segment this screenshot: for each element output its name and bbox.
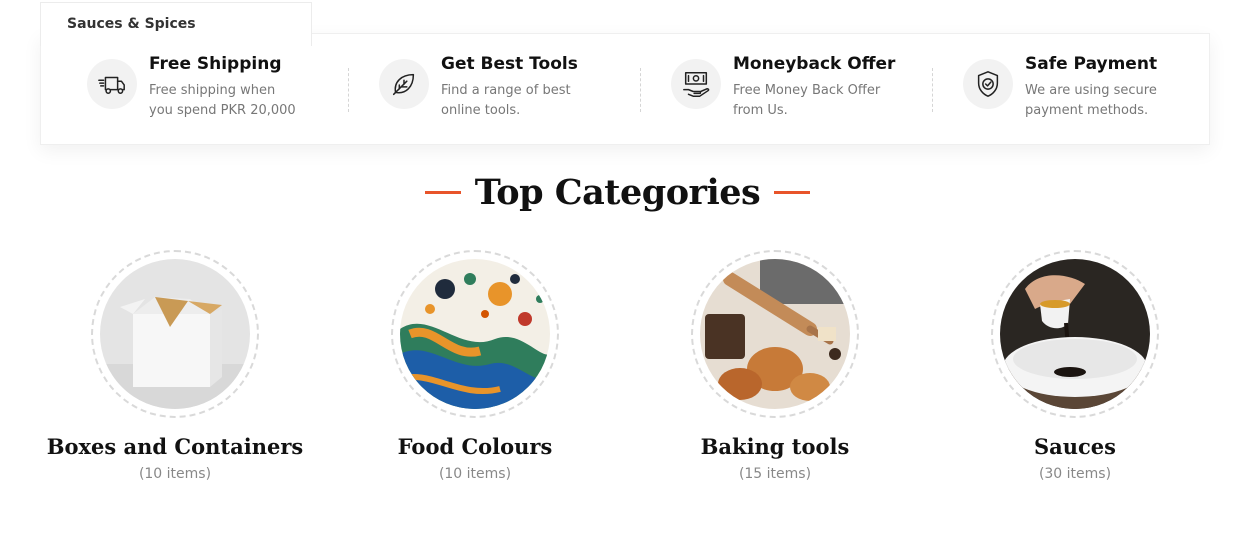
feature-description: Free shipping when you spend PKR 20,000 bbox=[149, 83, 296, 118]
feature-description: We are using secure payment methods. bbox=[1025, 83, 1157, 118]
category-dropdown-label: Sauces & Spices bbox=[67, 16, 196, 32]
category-image-ring bbox=[391, 250, 559, 418]
category-food-colours[interactable]: Food Colours (10 items) bbox=[325, 250, 625, 482]
delivery-truck-icon bbox=[87, 59, 137, 109]
feature-best-tools: Get Best Tools Find a range of best onli… bbox=[333, 34, 625, 144]
heading-dash-right bbox=[774, 191, 811, 194]
feature-title: Free Shipping bbox=[149, 54, 282, 74]
category-baking-tools[interactable]: Baking tools (15 items) bbox=[625, 250, 925, 482]
category-image-ring bbox=[991, 250, 1159, 418]
leaf-icon bbox=[379, 59, 429, 109]
feature-title: Get Best Tools bbox=[441, 54, 578, 74]
categories-grid: Boxes and Containers (10 items) Food Col… bbox=[0, 250, 1235, 510]
section-title: Top Categories bbox=[474, 172, 761, 213]
category-name[interactable]: Baking tools bbox=[625, 433, 925, 461]
feature-description: Find a range of best online tools. bbox=[441, 83, 571, 118]
category-count: (30 items) bbox=[1038, 466, 1112, 482]
feature-title: Moneyback Offer bbox=[733, 54, 896, 74]
feature-moneyback-offer: Moneyback Offer Free Money Back Offer fr… bbox=[625, 34, 917, 144]
features-bar: Free Shipping Free shipping when you spe… bbox=[40, 33, 1210, 145]
category-count: (15 items) bbox=[738, 466, 812, 482]
feature-title: Safe Payment bbox=[1025, 54, 1158, 74]
category-image-ring bbox=[691, 250, 859, 418]
feature-description: Free Money Back Offer from Us. bbox=[733, 83, 881, 118]
feature-free-shipping: Free Shipping Free shipping when you spe… bbox=[41, 34, 333, 144]
money-hand-icon bbox=[671, 59, 721, 109]
category-dropdown-tab[interactable]: Sauces & Spices bbox=[40, 2, 312, 46]
category-count: (10 items) bbox=[138, 466, 212, 482]
category-name[interactable]: Boxes and Containers bbox=[25, 433, 325, 461]
section-heading: Top Categories bbox=[0, 172, 1235, 213]
category-count: (10 items) bbox=[438, 466, 512, 482]
feature-safe-payment: Safe Payment We are using secure payment… bbox=[917, 34, 1209, 144]
heading-dash-left bbox=[424, 191, 461, 194]
category-image[interactable] bbox=[400, 259, 550, 409]
category-name[interactable]: Sauces bbox=[925, 433, 1225, 461]
shield-check-icon bbox=[963, 59, 1013, 109]
category-sauces[interactable]: Sauces (30 items) bbox=[925, 250, 1225, 482]
category-image[interactable] bbox=[700, 259, 850, 409]
category-boxes-and-containers[interactable]: Boxes and Containers (10 items) bbox=[25, 250, 325, 482]
category-image[interactable] bbox=[1000, 259, 1150, 409]
category-image[interactable] bbox=[100, 259, 250, 409]
category-image-ring bbox=[91, 250, 259, 418]
category-name[interactable]: Food Colours bbox=[325, 433, 625, 461]
